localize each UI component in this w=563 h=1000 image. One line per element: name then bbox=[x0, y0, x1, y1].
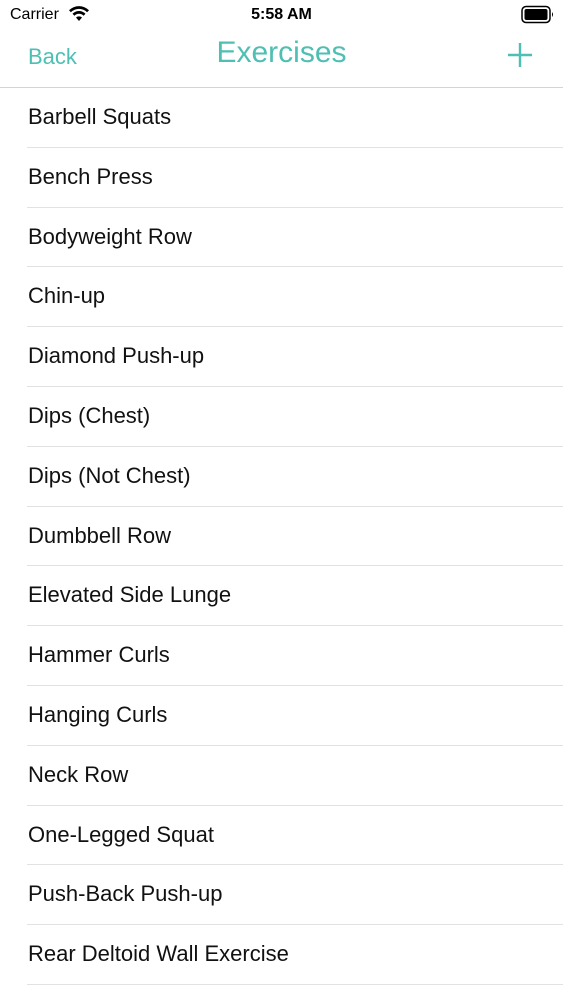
exercise-name: Rear Deltoid Wall Exercise bbox=[28, 941, 289, 967]
list-item[interactable]: One-Legged Squat bbox=[0, 806, 563, 866]
exercise-list: Barbell Squats Bench Press Bodyweight Row C… bbox=[0, 88, 563, 985]
navigation-bar: Back Exercises bbox=[0, 30, 563, 88]
exercise-name: Chin-up bbox=[28, 283, 106, 309]
exercise-name: Elevated Side Lunge bbox=[28, 582, 232, 608]
plus-icon[interactable] bbox=[507, 42, 533, 68]
list-item[interactable]: Elevated Side Lunge bbox=[0, 566, 563, 626]
list-item[interactable]: Hanging Curls bbox=[0, 686, 563, 746]
exercise-name: Bodyweight Row bbox=[28, 223, 192, 249]
exercise-name: Hanging Curls bbox=[28, 701, 168, 727]
page-title: Exercises bbox=[216, 36, 347, 69]
list-item[interactable]: Neck Row bbox=[0, 746, 563, 806]
list-item[interactable]: Dumbbell Row bbox=[0, 507, 563, 567]
exercise-name: One-Legged Squat bbox=[28, 821, 214, 847]
exercise-name: Dips (Not Chest) bbox=[28, 462, 191, 488]
list-item[interactable]: Bodyweight Row bbox=[0, 208, 563, 268]
exercise-name: Bench Press bbox=[28, 163, 153, 189]
list-item[interactable]: Chin-up bbox=[0, 267, 563, 327]
list-item[interactable]: Bench Press bbox=[0, 148, 563, 208]
exercise-name: Push-Back Push-up bbox=[28, 881, 223, 907]
exercise-name: Hammer Curls bbox=[28, 642, 170, 668]
list-item[interactable]: Dips (Chest) bbox=[0, 387, 563, 447]
list-item[interactable]: Hammer Curls bbox=[0, 626, 563, 686]
list-item[interactable]: Barbell Squats bbox=[0, 88, 563, 148]
exercise-name: Barbell Squats bbox=[28, 104, 172, 129]
list-item[interactable]: Dips (Not Chest) bbox=[0, 447, 563, 507]
list-item[interactable]: Diamond Push-up bbox=[0, 327, 563, 387]
list-item[interactable]: Push-Back Push-up bbox=[0, 865, 563, 925]
exercise-name: Dumbbell Row bbox=[28, 522, 172, 548]
status-bar: Carrier 5:58 AM bbox=[0, 0, 563, 30]
list-item[interactable]: Rear Deltoid Wall Exercise bbox=[0, 925, 563, 985]
status-time: 5:58 AM bbox=[251, 6, 312, 23]
battery-icon bbox=[521, 5, 553, 24]
exercise-name: Neck Row bbox=[28, 761, 129, 787]
exercise-name: Dips (Chest) bbox=[28, 402, 151, 428]
exercise-name: Diamond Push-up bbox=[28, 343, 205, 369]
